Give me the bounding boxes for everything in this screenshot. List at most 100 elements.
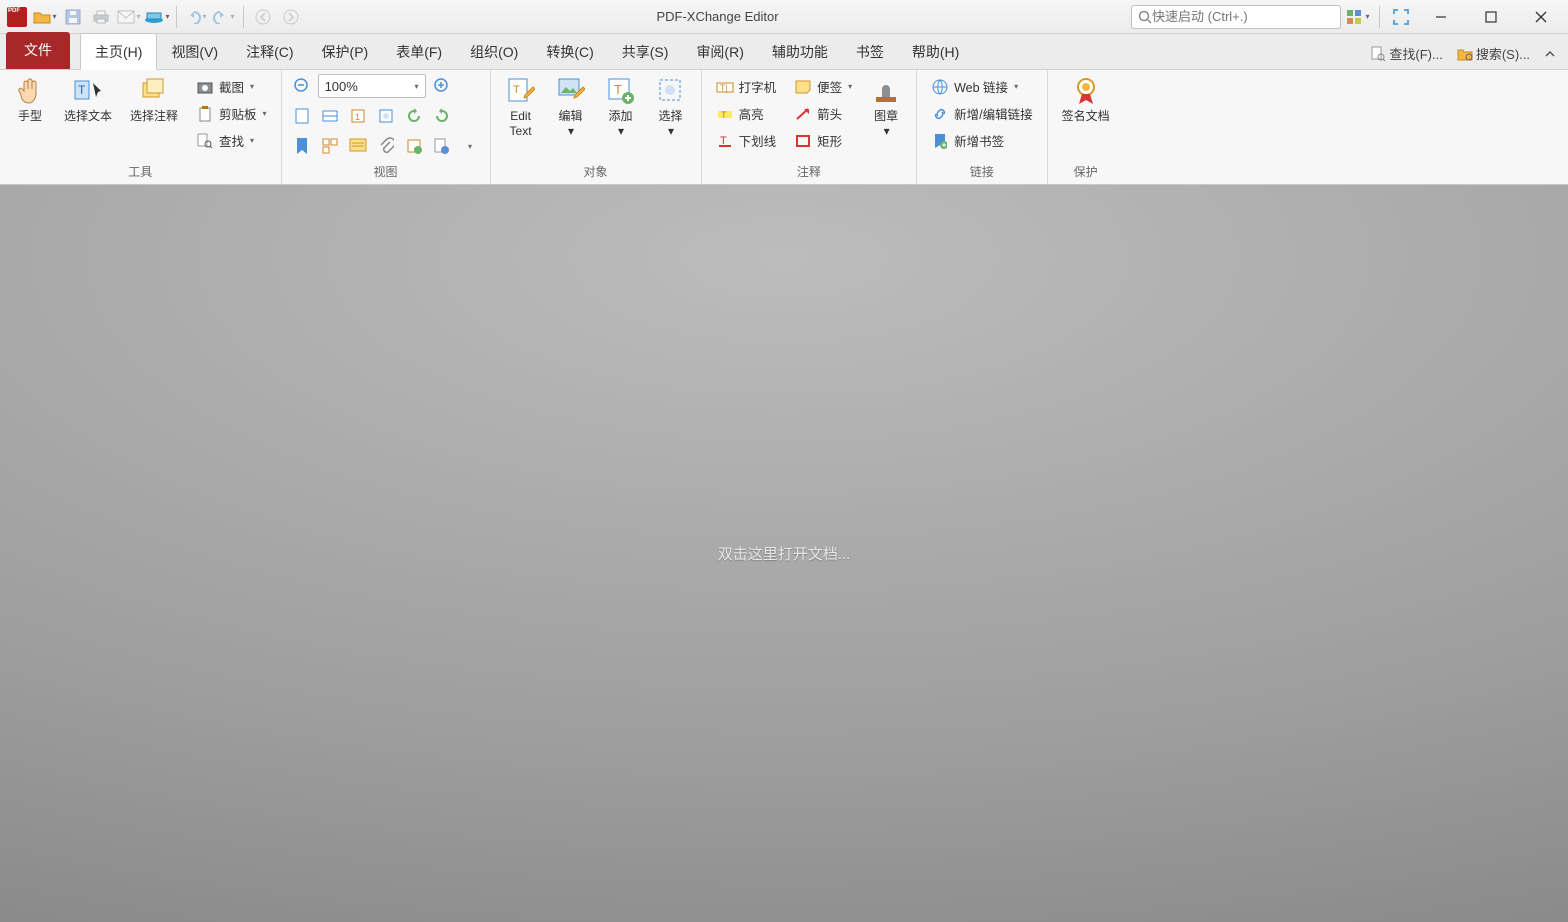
arrow-button[interactable]: 箭头	[788, 101, 858, 126]
sign-document-button[interactable]: 签名文档	[1056, 74, 1116, 126]
app-icon[interactable]	[4, 4, 30, 30]
rectangle-label: 矩形	[817, 131, 842, 150]
hand-tool-label: 手型	[18, 109, 42, 124]
rotate-cw-button[interactable]	[430, 104, 454, 128]
select-objects-button[interactable]: 选择▾	[649, 74, 693, 141]
hand-icon	[17, 77, 43, 105]
underline-button[interactable]: T 下划线	[710, 128, 783, 153]
quick-launch-input[interactable]	[1152, 9, 1334, 24]
highlight-icon: T	[717, 107, 733, 121]
web-links-button[interactable]: Web 链接▾	[925, 74, 1038, 99]
edit-text-button[interactable]: T Edit Text	[499, 74, 543, 141]
window-maximize-button[interactable]	[1468, 2, 1514, 32]
zoom-in-button[interactable]	[430, 74, 454, 98]
rectangle-button[interactable]: 矩形	[788, 128, 858, 153]
ribbon-seal-icon	[1072, 76, 1100, 106]
redo-button[interactable]: ▾	[211, 4, 237, 30]
edit-text-label-1: Edit	[510, 109, 531, 124]
comment-list-icon	[349, 138, 367, 154]
layers-button[interactable]	[402, 134, 426, 158]
ui-tiles-icon	[1346, 9, 1364, 25]
scan-button[interactable]: ▾	[144, 4, 170, 30]
window-minimize-button[interactable]	[1418, 2, 1464, 32]
print-button[interactable]	[88, 4, 114, 30]
add-objects-button[interactable]: T 添加▾	[599, 74, 643, 141]
underline-label: 下划线	[739, 131, 777, 150]
svg-text:T: T	[614, 82, 622, 97]
undo-icon	[185, 10, 201, 24]
menu-tab-bookmarks[interactable]: 书签	[842, 34, 898, 69]
attachments-button[interactable]	[374, 134, 398, 158]
folder-open-icon	[33, 9, 51, 25]
camera-icon	[197, 80, 213, 94]
paperclip-icon	[378, 137, 394, 155]
menubar-search-label: 搜索(S)...	[1476, 44, 1530, 63]
mail-button[interactable]: ▾	[116, 4, 142, 30]
menu-tab-form[interactable]: 表单(F)	[382, 34, 456, 69]
underline-icon: T	[717, 134, 733, 148]
fit-page-button[interactable]	[290, 104, 314, 128]
new-bookmark-button[interactable]: 新增书签	[925, 128, 1038, 153]
stamp-button[interactable]: 图章▾	[864, 74, 908, 141]
highlight-button[interactable]: T高亮	[710, 101, 783, 126]
nav-back-button[interactable]	[250, 4, 276, 30]
edit-image-icon	[557, 77, 585, 105]
find-button[interactable]: 查找▾	[190, 128, 273, 153]
titlebar-right: ▾	[1131, 2, 1564, 32]
zoom-out-button[interactable]	[290, 74, 314, 98]
quick-launch-box[interactable]	[1131, 5, 1341, 29]
menubar-search-button[interactable]: 搜索(S)...	[1453, 42, 1534, 65]
ribbon: 手型 T 选择文本 选择注释 截图▾ 剪贴板▾	[0, 70, 1568, 185]
hand-tool-button[interactable]: 手型	[8, 74, 52, 126]
menu-tab-help[interactable]: 帮助(H)	[898, 34, 973, 69]
menu-tab-access[interactable]: 辅助功能	[758, 34, 842, 69]
menu-tab-share[interactable]: 共享(S)	[608, 34, 683, 69]
clipboard-button[interactable]: 剪贴板▾	[190, 101, 273, 126]
save-button[interactable]	[60, 4, 86, 30]
window-close-button[interactable]	[1518, 2, 1564, 32]
menu-file[interactable]: 文件	[6, 32, 70, 69]
fullscreen-button[interactable]	[1388, 4, 1414, 30]
nav-forward-button[interactable]	[278, 4, 304, 30]
fit-width-icon	[321, 107, 339, 125]
menu-tab-view[interactable]: 视图(V)	[157, 34, 232, 69]
sticky-note-icon	[795, 80, 811, 94]
thumbnails-button[interactable]	[318, 134, 342, 158]
actual-size-button[interactable]: 1	[346, 104, 370, 128]
open-button[interactable]: ▾	[32, 4, 58, 30]
select-annotation-button[interactable]: 选择注释	[124, 74, 184, 126]
sticky-note-button[interactable]: 便签▾	[788, 74, 858, 99]
menu-tab-comment[interactable]: 注释(C)	[232, 34, 307, 69]
workspace[interactable]: 双击这里打开文档...	[0, 185, 1568, 922]
stamp-label: 图章	[874, 109, 898, 124]
maximize-icon	[1485, 11, 1497, 23]
ribbon-collapse-button[interactable]	[1540, 46, 1560, 62]
menu-tab-home[interactable]: 主页(H)	[80, 33, 157, 70]
zoom-level-combo[interactable]: 100%▾	[318, 74, 426, 98]
comments-pane-button[interactable]	[346, 134, 370, 158]
rectangle-icon	[795, 134, 811, 148]
fit-visible-button[interactable]	[374, 104, 398, 128]
properties-button[interactable]	[430, 134, 454, 158]
screenshot-label: 截图	[219, 77, 244, 96]
undo-button[interactable]: ▾	[183, 4, 209, 30]
menu-tab-protect[interactable]: 保护(P)	[308, 34, 383, 69]
select-text-button[interactable]: T 选择文本	[58, 74, 118, 126]
ui-options-button[interactable]: ▾	[1345, 4, 1371, 30]
layers-icon	[405, 137, 423, 155]
menu-tab-convert[interactable]: 转换(C)	[532, 34, 607, 69]
screenshot-button[interactable]: 截图▾	[190, 74, 273, 99]
menu-tab-organize[interactable]: 组织(O)	[456, 34, 532, 69]
rotate-ccw-button[interactable]	[402, 104, 426, 128]
menubar-find-button[interactable]: 查找(F)...	[1366, 42, 1446, 65]
ribbon-group-annotation-label: 注释	[710, 160, 909, 184]
edit-objects-button[interactable]: 编辑▾	[549, 74, 593, 141]
bookmark-pane-button[interactable]	[290, 134, 314, 158]
bookmark-icon	[294, 137, 310, 155]
menu-tab-review[interactable]: 审阅(R)	[682, 34, 757, 69]
fit-width-button[interactable]	[318, 104, 342, 128]
typewriter-button[interactable]: T|打字机	[710, 74, 783, 99]
fit-visible-icon	[377, 107, 395, 125]
other-panes-button[interactable]: ▾	[458, 134, 482, 158]
edit-link-button[interactable]: 新增/编辑链接	[925, 101, 1038, 126]
